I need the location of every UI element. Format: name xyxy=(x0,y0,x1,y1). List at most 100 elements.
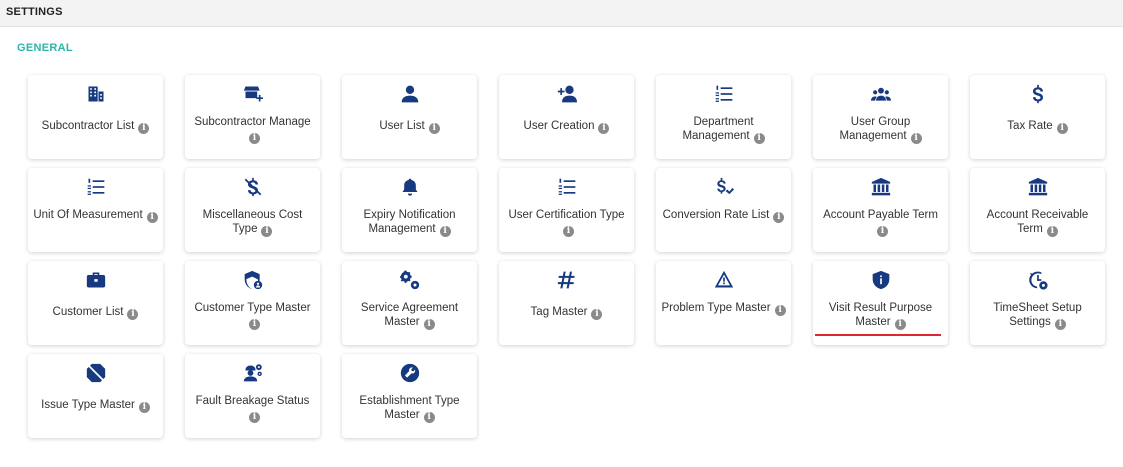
settings-card-user-list[interactable]: User List i xyxy=(342,75,477,159)
settings-card-user-certification-type[interactable]: User Certification Type i xyxy=(499,168,634,252)
card-label: Problem Type Master i xyxy=(660,301,787,316)
card-label-text: Account Receivable Term xyxy=(986,209,1089,235)
card-label-text: Establishment Type Master xyxy=(359,395,460,421)
settings-card-expiry-notification-management[interactable]: Expiry Notification Management i xyxy=(342,168,477,252)
info-icon[interactable]: i xyxy=(591,309,603,320)
info-icon[interactable]: i xyxy=(753,133,765,144)
store-plus-icon xyxy=(242,83,264,105)
settings-card-fault-breakage-status[interactable]: Fault Breakage Status i xyxy=(185,354,320,438)
settings-card-problem-type-master[interactable]: Problem Type Master i xyxy=(656,261,791,345)
users-group-icon xyxy=(870,83,892,105)
info-icon[interactable]: i xyxy=(1046,226,1058,237)
settings-card-conversion-rate-list[interactable]: Conversion Rate List i xyxy=(656,168,791,252)
info-icon[interactable]: i xyxy=(249,133,260,144)
settings-card-establishment-type-master[interactable]: Establishment Type Master i xyxy=(342,354,477,438)
info-icon[interactable]: i xyxy=(598,123,610,134)
settings-card-account-payable-term[interactable]: Account Payable Term i xyxy=(813,168,948,252)
card-label: Fault Breakage Status i xyxy=(189,394,316,423)
building-icon xyxy=(85,83,107,105)
bell-icon xyxy=(399,176,421,198)
settings-card-subcontractor-list[interactable]: Subcontractor List i xyxy=(28,75,163,159)
info-icon[interactable]: i xyxy=(249,412,260,423)
card-label: Subcontractor Manage i xyxy=(189,115,316,144)
info-icon[interactable]: i xyxy=(563,226,574,237)
ban-icon xyxy=(85,362,107,384)
card-label-text: Subcontractor Manage xyxy=(194,116,311,128)
info-icon[interactable]: i xyxy=(1054,319,1066,330)
card-label: User List i xyxy=(346,119,473,134)
settings-card-service-agreement-master[interactable]: Service Agreement Master i xyxy=(342,261,477,345)
info-icon[interactable]: i xyxy=(127,309,139,320)
card-label-text: Conversion Rate List xyxy=(662,209,770,221)
card-label: Expiry Notification Management i xyxy=(346,208,473,237)
info-icon[interactable]: i xyxy=(138,402,150,413)
numbered-list-icon xyxy=(85,176,107,198)
info-icon[interactable]: i xyxy=(423,412,435,423)
info-icon[interactable]: i xyxy=(249,319,260,330)
user-icon xyxy=(399,83,421,105)
settings-card-tag-master[interactable]: Tag Master i xyxy=(499,261,634,345)
shield-user-icon xyxy=(242,269,264,291)
card-label-text: Tax Rate xyxy=(1007,120,1053,132)
wrench-icon xyxy=(399,362,421,384)
settings-card-unit-of-measurement[interactable]: Unit Of Measurement i xyxy=(28,168,163,252)
card-label: User Creation i xyxy=(503,119,630,134)
section-title-general: GENERAL xyxy=(17,42,73,54)
settings-card-user-creation[interactable]: User Creation i xyxy=(499,75,634,159)
settings-card-issue-type-master[interactable]: Issue Type Master i xyxy=(28,354,163,438)
card-label-text: Subcontractor List xyxy=(41,120,135,132)
card-label-text: Issue Type Master xyxy=(41,399,135,411)
info-icon[interactable]: i xyxy=(428,123,440,134)
card-label-text: User Creation xyxy=(523,120,595,132)
settings-card-customer-list[interactable]: Customer List i xyxy=(28,261,163,345)
info-icon[interactable]: i xyxy=(439,226,451,237)
numbered-list-icon xyxy=(713,83,735,105)
dollar-slash-icon xyxy=(242,176,264,198)
card-label-text: Fault Breakage Status xyxy=(195,395,310,407)
info-icon[interactable]: i xyxy=(774,305,786,316)
card-label: Account Payable Term i xyxy=(817,208,944,237)
card-label: Subcontractor List i xyxy=(32,119,159,134)
card-label-text: Problem Type Master xyxy=(661,302,771,314)
card-label: User Certification Type i xyxy=(503,208,630,237)
info-icon[interactable]: i xyxy=(138,123,150,134)
info-icon[interactable]: i xyxy=(261,226,273,237)
warning-triangle-icon xyxy=(713,269,735,291)
settings-card-user-group-management[interactable]: User Group Management i xyxy=(813,75,948,159)
settings-card-miscellaneous-cost-type[interactable]: Miscellaneous Cost Type i xyxy=(185,168,320,252)
settings-header: SETTINGS xyxy=(0,0,1123,27)
shield-info-icon xyxy=(870,269,892,291)
settings-card-department-management[interactable]: Department Management i xyxy=(656,75,791,159)
settings-card-timesheet-setup-settings[interactable]: TimeSheet Setup Settings i xyxy=(970,261,1105,345)
card-label: Visit Result Purpose Master i xyxy=(817,301,944,330)
bank-icon xyxy=(1027,176,1049,198)
card-label: Conversion Rate List i xyxy=(660,208,787,223)
numbered-list-icon xyxy=(556,176,578,198)
clock-gear-icon xyxy=(1027,269,1049,291)
info-icon[interactable]: i xyxy=(1056,123,1068,134)
bank-icon xyxy=(870,176,892,198)
info-icon[interactable]: i xyxy=(146,212,158,223)
settings-card-grid: Subcontractor List i Subcontractor Managei… xyxy=(28,75,1105,438)
settings-card-customer-type-master[interactable]: Customer Type Master i xyxy=(185,261,320,345)
card-label: Issue Type Master i xyxy=(32,398,159,413)
info-icon[interactable]: i xyxy=(910,133,922,144)
settings-card-visit-result-purpose-master[interactable]: Visit Result Purpose Master i xyxy=(813,261,948,345)
card-label: Account Receivable Term i xyxy=(974,208,1101,237)
info-icon[interactable]: i xyxy=(773,212,785,223)
active-underline xyxy=(815,334,941,336)
worker-gear-icon xyxy=(242,362,264,384)
card-label: Establishment Type Master i xyxy=(346,394,473,423)
settings-card-account-receivable-term[interactable]: Account Receivable Term i xyxy=(970,168,1105,252)
card-label-text: TimeSheet Setup Settings xyxy=(993,302,1082,328)
hashtag-icon xyxy=(556,269,578,291)
info-icon[interactable]: i xyxy=(423,319,435,330)
settings-card-tax-rate[interactable]: Tax Rate i xyxy=(970,75,1105,159)
info-icon[interactable]: i xyxy=(894,319,906,330)
info-icon[interactable]: i xyxy=(877,226,888,237)
card-label: Department Management i xyxy=(660,115,787,144)
card-label-text: Miscellaneous Cost Type xyxy=(202,209,303,235)
settings-card-subcontractor-manage[interactable]: Subcontractor Manage i xyxy=(185,75,320,159)
gears-icon xyxy=(399,269,421,291)
card-label-text: Visit Result Purpose Master xyxy=(828,302,933,328)
